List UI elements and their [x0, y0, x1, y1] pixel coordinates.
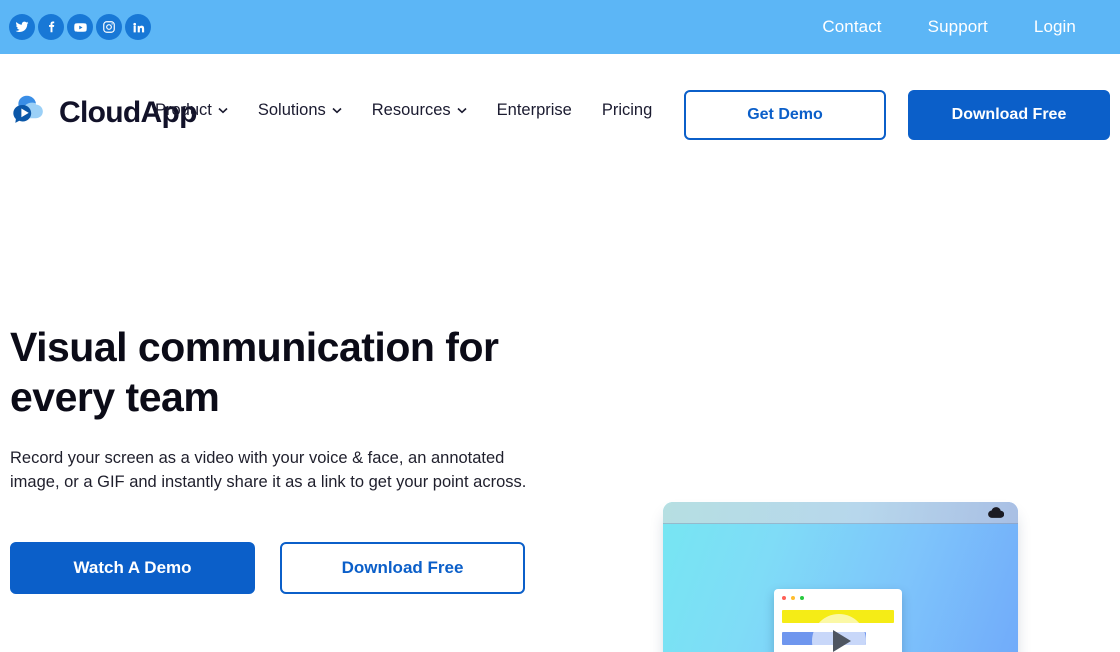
nav-item-solutions[interactable]: Solutions: [258, 101, 342, 120]
hero-section: Visual communication for every team Reco…: [0, 162, 1120, 652]
nav-item-product[interactable]: Product: [155, 101, 228, 120]
watch-demo-button[interactable]: Watch A Demo: [10, 542, 255, 595]
hero-mockup-window: [663, 502, 1018, 652]
nav-label-resources: Resources: [371, 101, 451, 119]
get-demo-button[interactable]: Get Demo: [684, 90, 886, 140]
social-links: [9, 14, 151, 40]
nav-label-pricing: Pricing: [601, 101, 653, 119]
twitter-icon[interactable]: [9, 14, 35, 40]
mockup-title-bar: [663, 502, 1018, 524]
chevron-down-icon: [332, 107, 342, 114]
nav-label-solutions: Solutions: [257, 101, 326, 119]
nav-item-pricing[interactable]: Pricing: [602, 101, 652, 120]
landing-page: Contact Support Login CloudApp Product S…: [0, 0, 1120, 652]
hero-download-free-button[interactable]: Download Free: [280, 542, 525, 595]
chevron-down-icon: [457, 107, 467, 114]
dot-yellow: [791, 596, 795, 600]
hero-subtitle: Record your screen as a video with your …: [10, 449, 527, 492]
cloud-icon: [988, 506, 1005, 524]
traffic-light-dots: [782, 596, 804, 600]
top-link-login[interactable]: Login: [1034, 17, 1076, 37]
site-header: CloudApp Product Solutions Resources Ent…: [0, 54, 1120, 162]
dot-green: [800, 596, 804, 600]
play-triangle: [832, 630, 851, 652]
top-utility-bar: Contact Support Login: [0, 0, 1120, 54]
nav-label-product: Product: [155, 101, 212, 119]
hero-cta-group: Watch A Demo Download Free: [10, 542, 590, 595]
nav-label-enterprise: Enterprise: [496, 101, 572, 119]
facebook-icon[interactable]: [38, 14, 64, 40]
top-link-contact[interactable]: Contact: [822, 17, 881, 37]
instagram-icon[interactable]: [96, 14, 122, 40]
top-link-support[interactable]: Support: [928, 17, 988, 37]
dot-red: [782, 596, 786, 600]
nav-item-enterprise[interactable]: Enterprise: [497, 101, 572, 120]
cloudapp-logo-icon: [8, 88, 52, 137]
hero-copy: Visual communication for every team Reco…: [10, 322, 590, 595]
youtube-icon[interactable]: [67, 14, 93, 40]
main-nav: Product Solutions Resources Enterprise P…: [155, 101, 652, 120]
header-actions: Get Demo Download Free: [684, 90, 1110, 140]
mockup-inner-card: [774, 589, 902, 652]
nav-item-resources[interactable]: Resources: [372, 101, 467, 120]
page-title: Visual communication for every team: [10, 324, 499, 421]
chevron-down-icon: [218, 107, 228, 114]
download-free-button[interactable]: Download Free: [908, 90, 1110, 140]
top-nav-links: Contact Support Login: [822, 17, 1076, 37]
linkedin-icon[interactable]: [125, 14, 151, 40]
